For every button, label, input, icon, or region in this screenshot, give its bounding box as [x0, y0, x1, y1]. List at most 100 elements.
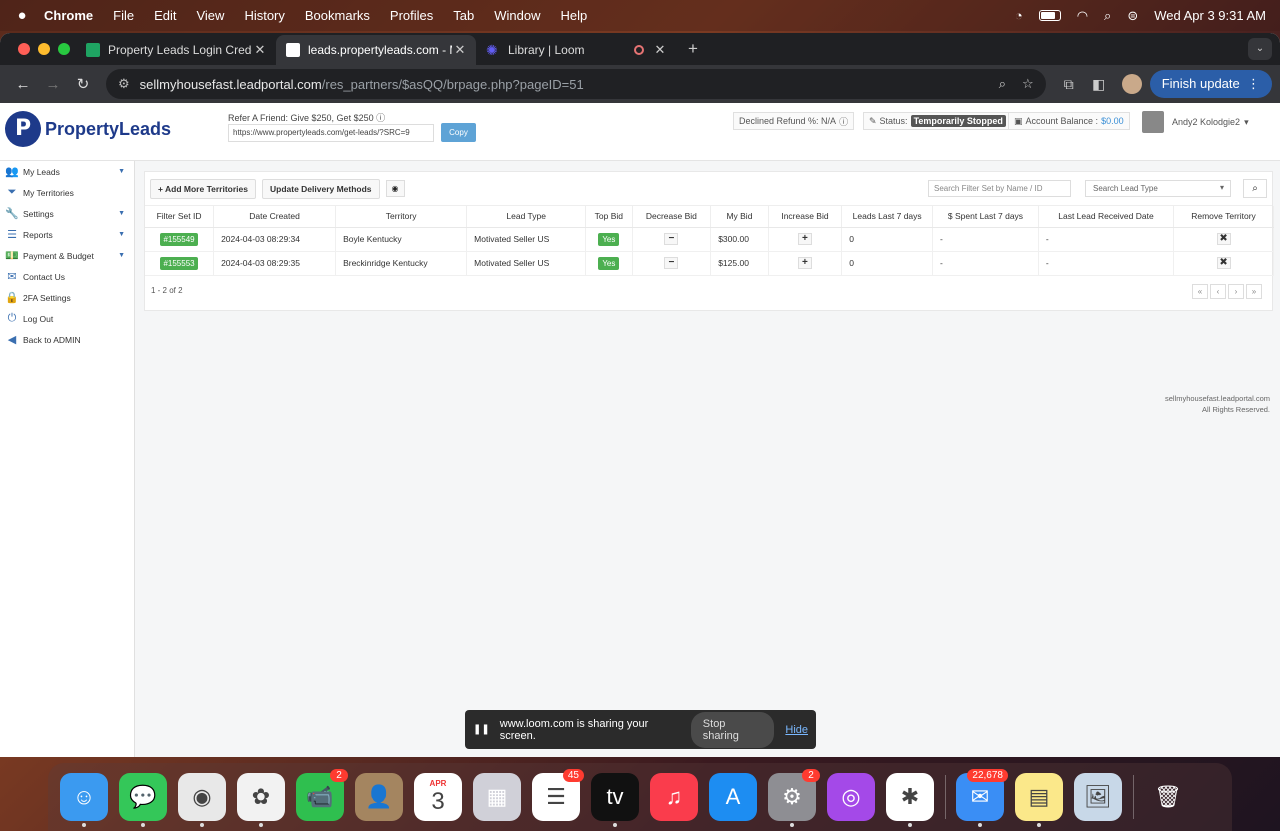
prev-page-button[interactable]: ‹ [1210, 284, 1226, 299]
mail-icon[interactable]: ✉ 22,678 [956, 769, 1008, 827]
column-header[interactable]: Last Lead Received Date [1038, 206, 1175, 228]
photos-icon[interactable]: ✿ [237, 773, 285, 827]
menu-chrome[interactable]: Chrome [44, 8, 93, 23]
column-header[interactable]: Territory [335, 206, 468, 228]
first-page-button[interactable]: « [1192, 284, 1208, 299]
zoom-icon[interactable]: ⌕ [999, 76, 1006, 92]
sidebar-item-contact-us[interactable]: ✉ Contact Us [0, 266, 134, 287]
address-bar[interactable]: ⚙ sellmyhousefast.leadportal.com /res_pa… [106, 69, 1046, 99]
maximize-window-button[interactable] [58, 43, 70, 55]
add-more-territories-button[interactable]: + Add More Territories [150, 178, 256, 199]
site-info-icon[interactable]: ⚙ [118, 76, 130, 92]
menu-file[interactable]: File [113, 8, 134, 23]
forward-arrow-icon[interactable]: → [38, 76, 68, 93]
increase-bid-button[interactable]: + [797, 257, 812, 269]
increase-bid-button[interactable]: + [797, 233, 812, 245]
column-header[interactable]: $ Spent Last 7 days [932, 206, 1039, 228]
notes-icon[interactable]: ▤ [1015, 773, 1063, 827]
menu-history[interactable]: History [244, 8, 284, 23]
slack-icon[interactable]: ✱ [886, 773, 934, 827]
sidebar-item-back-to-admin[interactable]: ◀ Back to ADMIN [0, 329, 134, 350]
remove-territory-button[interactable]: ✖ [1216, 233, 1231, 245]
column-header[interactable]: Leads Last 7 days [841, 206, 934, 228]
app-store-icon[interactable]: A [709, 773, 757, 821]
sidebar-item-payment-budget[interactable]: 💵 Payment & Budget ▼ [0, 245, 134, 266]
trash-icon[interactable]: 🗑 [1144, 773, 1192, 821]
sidebar-item-reports[interactable]: ☰ Reports ▼ [0, 224, 134, 245]
bookmark-star-icon[interactable]: ☆ [1022, 76, 1034, 92]
last-page-button[interactable]: » [1246, 284, 1262, 299]
sidebar-item-my-territories[interactable]: ⏷ My Territories [0, 182, 134, 203]
menu-tab[interactable]: Tab [453, 8, 474, 23]
calendar-icon[interactable]: APR 3 [414, 773, 462, 821]
menu-bookmarks[interactable]: Bookmarks [305, 8, 370, 23]
sidebar-item-log-out[interactable]: ⏻ Log Out [0, 308, 134, 329]
music-icon[interactable]: ♫ [650, 773, 698, 821]
propertyleads-logo[interactable]: P PropertyLeads [5, 111, 171, 147]
back-arrow-icon[interactable]: ← [8, 76, 38, 93]
control-center-icon[interactable]: ⊜ [1127, 8, 1138, 24]
column-header[interactable]: Decrease Bid [632, 206, 712, 228]
tab-search-button[interactable]: ⌄ [1248, 38, 1272, 60]
column-header[interactable]: Filter Set ID [145, 206, 215, 228]
search-icon[interactable]: ⌕ [1243, 179, 1267, 198]
apple-tv-icon[interactable]: tv [591, 773, 639, 827]
close-tab-icon[interactable]: ✕ [452, 42, 468, 58]
sidebar-item-2fa-settings[interactable]: 🔒 2FA Settings [0, 287, 134, 308]
minimize-window-button[interactable] [38, 43, 50, 55]
podcasts-icon[interactable]: ◎ [827, 773, 875, 821]
reload-icon[interactable]: ↻ [68, 75, 98, 93]
facetime-icon[interactable]: 📹 2 [296, 769, 348, 821]
info-icon[interactable]: ⓘ [376, 113, 385, 123]
balance-value[interactable]: $0.00 [1101, 116, 1124, 126]
sidebar-item-settings[interactable]: 🔧 Settings ▼ [0, 203, 134, 224]
close-tab-icon[interactable]: ✕ [252, 42, 268, 58]
column-header[interactable]: Remove Territory [1173, 206, 1274, 228]
launchpad-icon[interactable]: ▦ [473, 773, 521, 821]
column-header[interactable]: Lead Type [466, 206, 587, 228]
close-tab-icon[interactable]: ✕ [652, 42, 668, 58]
new-tab-button[interactable]: + [676, 39, 710, 65]
reminders-icon[interactable]: ☰ 45 [532, 769, 584, 821]
menubar-clock[interactable]: Wed Apr 3 9:31 AM [1154, 8, 1266, 23]
menu-view[interactable]: View [196, 8, 224, 23]
chrome-icon[interactable]: ◉ [178, 773, 226, 827]
decrease-bid-button[interactable]: − [664, 233, 679, 245]
messages-icon[interactable]: 💬 [119, 773, 167, 827]
wifi-icon[interactable]: ◠ [1077, 8, 1088, 24]
referral-url-field[interactable]: https://www.propertyleads.com/get-leads/… [228, 124, 434, 142]
column-header[interactable]: Date Created [213, 206, 337, 228]
filter-search-input[interactable]: Search Filter Set by Name / ID [928, 180, 1071, 197]
extensions-icon[interactable]: ⧉ [1054, 76, 1084, 93]
menu-help[interactable]: Help [561, 8, 588, 23]
sidebar-item-my-leads[interactable]: 👥 My Leads ▼ [0, 161, 134, 182]
battery-icon[interactable] [1038, 10, 1061, 21]
profile-avatar[interactable] [1121, 74, 1142, 94]
menu-window[interactable]: Window [494, 8, 540, 23]
hide-button[interactable]: Hide [785, 724, 808, 736]
filter-set-id-badge[interactable]: #155553 [160, 257, 198, 270]
filter-set-id-badge[interactable]: #155549 [160, 233, 198, 246]
menu-profiles[interactable]: Profiles [390, 8, 433, 23]
menu-edit[interactable]: Edit [154, 8, 176, 23]
screen-time-icon[interactable]: ◔ [1015, 8, 1023, 23]
finish-update-button[interactable]: Finish update ⋮ [1149, 70, 1272, 98]
remove-territory-button[interactable]: ✖ [1216, 257, 1231, 269]
lead-type-select[interactable]: Search Lead Type [1085, 180, 1231, 197]
apple-menu-icon[interactable]: ● [0, 7, 44, 24]
side-panel-icon[interactable]: ◧ [1084, 76, 1114, 93]
pause-icon[interactable]: ❚❚ [473, 724, 490, 735]
next-page-button[interactable]: › [1228, 284, 1244, 299]
system-settings-icon[interactable]: ⚙ 2 [768, 769, 820, 827]
tab-loom-library[interactable]: ✺ Library | Loom ✕ [476, 35, 676, 65]
finder-icon[interactable]: ☺ [60, 773, 108, 827]
eye-icon[interactable]: ◉ [385, 180, 405, 197]
info-icon[interactable]: ⓘ [839, 115, 848, 128]
tab-property-leads-login[interactable]: Property Leads Login Creden ✕ [76, 35, 276, 65]
user-menu[interactable]: Andy2 Kolodgie2 ▾ [1142, 111, 1249, 133]
close-window-button[interactable] [18, 43, 30, 55]
stop-sharing-button[interactable]: Stop sharing [690, 711, 775, 748]
column-header[interactable]: My Bid [710, 206, 769, 228]
update-delivery-methods-button[interactable]: Update Delivery Methods [261, 178, 380, 199]
copy-button[interactable]: Copy [441, 123, 476, 142]
